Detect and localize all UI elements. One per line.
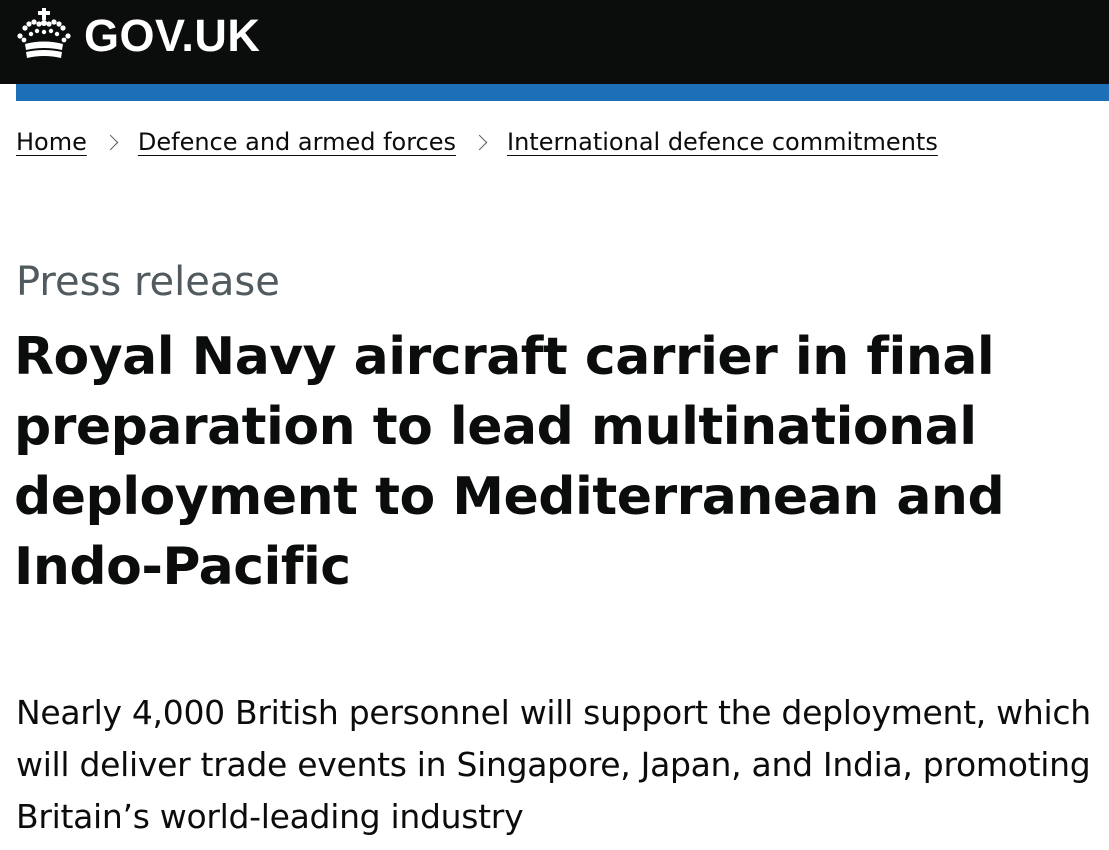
govuk-logo-link[interactable]: GOV.UK (15, 6, 260, 62)
header-blue-bar (16, 84, 1109, 101)
breadcrumb-international-link[interactable]: International defence commitments (507, 128, 938, 156)
breadcrumb-home-link[interactable]: Home (16, 128, 87, 156)
lead-paragraph: Nearly 4,000 British personnel will supp… (16, 693, 1091, 836)
document-type-caption: Press release (16, 259, 280, 305)
govuk-logo-text: GOV.UK (84, 9, 261, 61)
breadcrumb-defence-link[interactable]: Defence and armed forces (138, 128, 456, 156)
page-title: Royal Navy aircraft carrier in final pre… (14, 327, 1005, 597)
chevron-right-icon (102, 134, 119, 150)
chevron-right-icon (471, 134, 488, 150)
site-header: GOV.UK (0, 0, 1109, 84)
crown-icon (17, 8, 71, 58)
breadcrumb: Home Defence and armed forces Internatio… (16, 128, 938, 156)
